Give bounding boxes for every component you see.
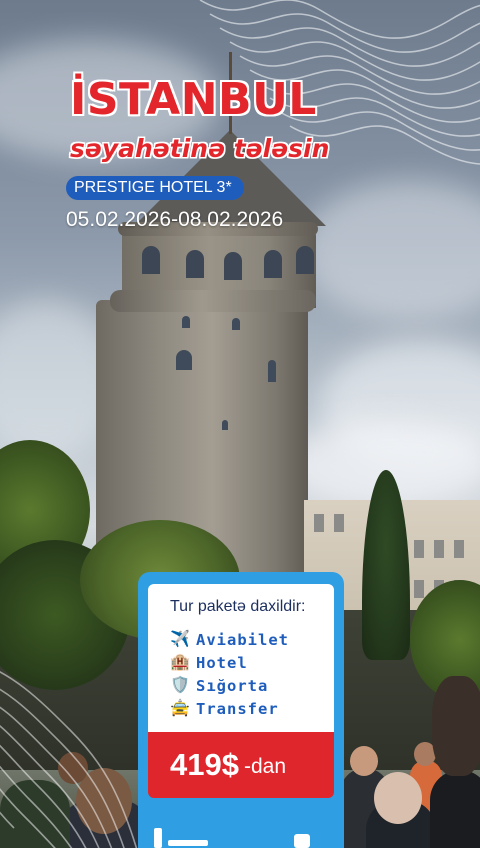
city-title: İSTANBUL — [70, 74, 317, 125]
travel-dates: 05.02.2026-08.02.2026 — [66, 208, 284, 231]
package-item-sigorta: 🛡️ Sığorta — [170, 674, 334, 697]
hotel-badge: PRESTIGE HOTEL 3* — [66, 176, 244, 200]
package-item-label: Transfer — [196, 699, 279, 718]
package-item-label: Sığorta — [196, 676, 269, 695]
package-item-aviabilet: ✈️ Aviabilet — [170, 628, 334, 651]
price-value: 419$ — [170, 747, 239, 782]
package-includes: Tur paketə daxildir: ✈️ Aviabilet 🏨 Hote… — [148, 584, 334, 732]
card-footer-icon — [154, 828, 162, 848]
taxi-icon: 🚖 — [170, 699, 190, 717]
airplane-icon: ✈️ — [170, 630, 190, 648]
price-bar: 419$ -dan — [148, 732, 334, 798]
hotel-icon: 🏨 — [170, 653, 190, 671]
package-heading: Tur paketə daxildir: — [170, 598, 306, 615]
price-suffix: -dan — [243, 755, 286, 778]
package-item-transfer: 🚖 Transfer — [170, 697, 334, 720]
card-footer-bar — [168, 840, 208, 846]
package-item-label: Aviabilet — [196, 630, 289, 649]
package-item-hotel: 🏨 Hotel — [170, 651, 334, 674]
tagline: səyahətinə tələsin — [70, 134, 330, 163]
card-footer-icon — [294, 834, 310, 848]
shield-icon: 🛡️ — [170, 676, 190, 694]
package-item-label: Hotel — [196, 653, 248, 672]
